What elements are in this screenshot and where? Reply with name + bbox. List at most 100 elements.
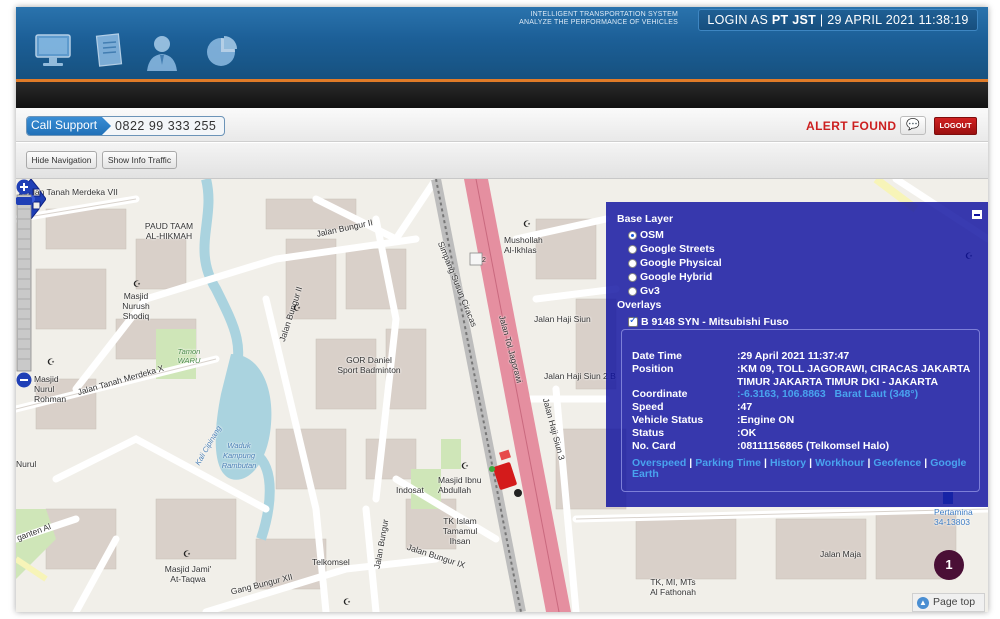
info-value: :29 April 2021 11:37:47	[737, 350, 850, 362]
info-links: Overspeed | Parking Time | History | Workhour |…	[632, 458, 972, 480]
support-bar: Call Support 0822 99 333 255 ALERT FOUND…	[16, 108, 988, 142]
radio-icon	[628, 244, 637, 254]
map-label: PAUD TAAM AL-HIKMAH	[144, 221, 194, 241]
info-key: Vehicle Status	[632, 414, 704, 426]
checkbox-checked-icon[interactable]	[628, 315, 638, 327]
header-banner: INTELLIGENT TRANSPORTATION SYSTEM ANALYZ…	[16, 7, 988, 79]
map-label: TK, MI, MTs Al Fathonah	[650, 577, 696, 597]
history-link[interactable]: History	[770, 457, 806, 469]
info-value: :Engine ON	[737, 414, 795, 426]
user-icon[interactable]	[144, 33, 180, 73]
show-info-traffic-button[interactable]: Show Info Traffic	[102, 151, 177, 169]
hide-navigation-button[interactable]: Hide Navigation	[26, 151, 97, 169]
base-layer-label: Google Streets	[640, 243, 715, 255]
map-label: TK Islam Tamamul Ihsan	[442, 516, 478, 546]
base-layer-option-osm[interactable]: OSM	[628, 229, 664, 241]
map-label: Pertamina 34-13803	[934, 507, 973, 527]
system-title-line1: INTELLIGENT TRANSPORTATION SYSTEM	[530, 11, 678, 18]
radio-selected-icon	[628, 230, 637, 240]
speech-bubble-icon: 💬	[906, 119, 920, 131]
route-badge: 2	[482, 257, 486, 264]
overlay-vehicle-option[interactable]: B 9148 SYN - Mitsubishi Fuso	[628, 315, 789, 328]
coordinate-link[interactable]: :-6.3163, 106.8863	[737, 388, 826, 400]
pie-chart-icon[interactable]	[204, 33, 240, 69]
info-key: Position	[632, 363, 674, 375]
map-label: Waduk Kampung Rambutan	[221, 441, 257, 470]
mosque-icon: ☪	[132, 279, 142, 289]
info-key: Speed	[632, 401, 664, 413]
support-phone-number: 0822 99 333 255	[115, 119, 217, 133]
page-top-button[interactable]: ▲ Page top	[912, 593, 985, 612]
mosque-icon: ☪	[292, 303, 302, 313]
base-layer-option-gv3[interactable]: Gv3	[628, 285, 660, 297]
parking-time-link[interactable]: Parking Time	[695, 457, 761, 469]
map-label: Mushollah Al-Ikhlas	[504, 235, 543, 255]
login-datetime: 29 APRIL 2021 11:38:19	[827, 13, 969, 27]
direction-link[interactable]: Barat Laut (348°)	[835, 388, 919, 400]
mosque-icon: ☪	[342, 597, 352, 607]
map-label: Indosat	[396, 485, 424, 495]
vehicle-info-box: Date Time :29 April 2021 11:37:47 Positi…	[621, 329, 980, 492]
login-user: PT JST	[771, 13, 817, 27]
radio-icon	[628, 258, 637, 268]
map-label: Jalan Maja	[820, 549, 862, 559]
monitor-icon[interactable]	[34, 33, 72, 69]
base-layer-option-google-streets[interactable]: Google Streets	[628, 243, 715, 255]
info-key: Status	[632, 427, 665, 439]
link-separator: |	[689, 457, 693, 469]
base-layer-option-google-physical[interactable]: Google Physical	[628, 257, 722, 269]
logout-button[interactable]: LOGOUT	[934, 117, 977, 135]
page-top-label: Page top	[933, 596, 976, 608]
info-key: Date Time	[632, 350, 682, 362]
workhour-link[interactable]: Workhour	[815, 457, 864, 469]
map-toolbar: Hide Navigation Show Info Traffic	[16, 143, 988, 179]
alert-button[interactable]: 💬	[900, 116, 926, 135]
system-title: INTELLIGENT TRANSPORTATION SYSTEM ANALYZ…	[486, 11, 678, 27]
system-title-line2: ANALYZE THE PERFORMANCE OF VEHICLES	[519, 19, 678, 26]
overlay-vehicle-label: B 9148 SYN - Mitsubishi Fuso	[641, 316, 789, 328]
map-label: Masjid Jami' At-Taqwa	[164, 564, 212, 584]
zoom-slider[interactable]	[16, 179, 32, 389]
link-separator: |	[924, 457, 928, 469]
mosque-icon: ☪	[522, 219, 532, 229]
info-value: :KM 09, TOLL JAGORAWI, CIRACAS JAKARTA T…	[737, 363, 970, 388]
menu-bar	[16, 82, 988, 108]
info-key: No. Card	[632, 440, 676, 452]
radio-icon	[628, 272, 637, 282]
base-layer-title: Base Layer	[617, 213, 674, 225]
map-label: Jalan Haji Siun	[534, 314, 591, 324]
map-label: GOR Daniel Sport Badminton	[337, 355, 401, 375]
map-view[interactable]: Jalan Tanah Merdeka VII PAUD TAAM AL-HIK…	[16, 179, 988, 612]
map-label: Masjid Nurush Shodiq	[122, 291, 150, 321]
notification-count-badge[interactable]: 1	[934, 550, 964, 580]
alert-found-label: ALERT FOUND :	[806, 119, 905, 133]
base-layer-label: Google Physical	[640, 257, 722, 269]
call-support-widget[interactable]: Call Support 0822 99 333 255	[26, 116, 226, 136]
login-prefix: LOGIN AS	[707, 13, 769, 27]
map-label: Masjid Nurul Rohman	[34, 374, 67, 404]
base-layer-label: Gv3	[640, 285, 660, 297]
mosque-icon: ☪	[46, 357, 56, 367]
map-label: Telkomsel	[312, 557, 350, 567]
info-value: :08111156865 (Telkomsel Halo)	[737, 440, 890, 452]
map-label: Tamon WARU	[177, 347, 201, 365]
login-info: LOGIN AS PT JST | 29 APRIL 2021 11:38:19	[698, 9, 978, 31]
info-value: :47	[737, 401, 753, 413]
link-separator: |	[763, 457, 767, 469]
document-icon[interactable]	[94, 33, 126, 69]
mosque-icon: ☪	[182, 549, 192, 559]
mosque-icon: ☪	[460, 461, 470, 471]
info-value[interactable]: :-6.3163, 106.8863 Barat Laut (348°)	[737, 388, 977, 401]
map-label: Nurul	[16, 459, 37, 469]
app-window: INTELLIGENT TRANSPORTATION SYSTEM ANALYZ…	[16, 7, 988, 612]
map-label: Masjid Ibnu Abdullah	[438, 475, 482, 495]
layer-switcher-panel: Base Layer OSM Google Streets Google Phy…	[606, 202, 988, 507]
overlays-title: Overlays	[617, 299, 662, 311]
radio-icon	[628, 286, 637, 296]
info-key: Coordinate	[632, 388, 688, 400]
geofence-link[interactable]: Geofence	[873, 457, 921, 469]
base-layer-option-google-hybrid[interactable]: Google Hybrid	[628, 271, 712, 283]
call-support-label: Call Support	[27, 117, 112, 135]
minimize-icon[interactable]	[972, 210, 982, 219]
link-separator: |	[809, 457, 813, 469]
